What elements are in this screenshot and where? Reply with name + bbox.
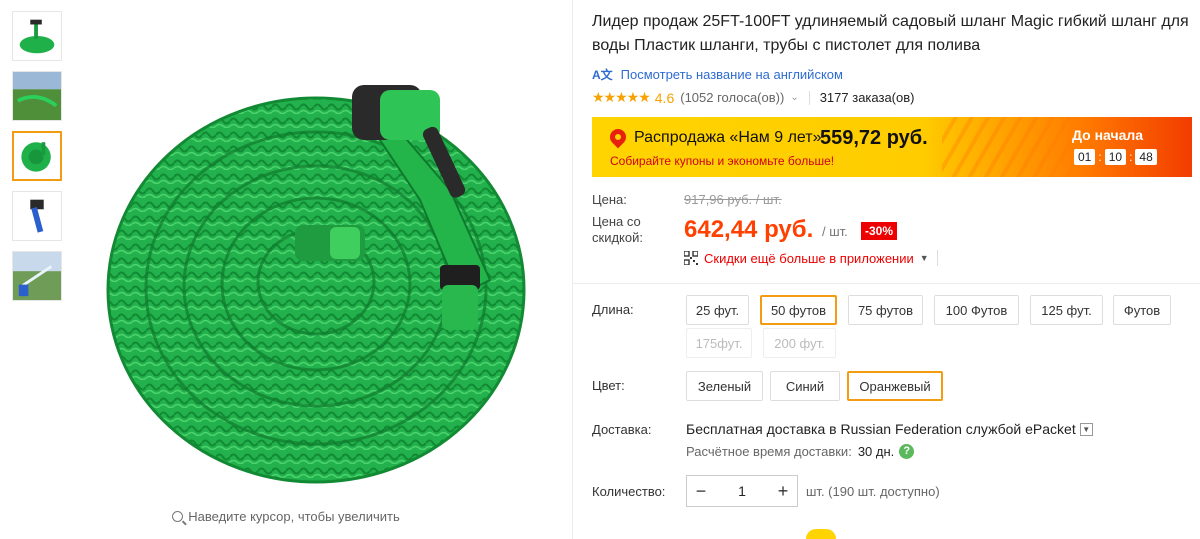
price-label: Цена: — [592, 192, 627, 207]
discount-price-label: Цена со скидкой: — [592, 214, 643, 245]
quantity-available: шт. (190 шт. доступно) — [806, 484, 940, 499]
location-pin-icon — [606, 125, 630, 149]
qr-code-icon — [684, 251, 698, 265]
rating-value: 4.6 — [654, 89, 675, 106]
separator — [936, 250, 938, 266]
length-option-175-disabled: 175фут. — [686, 328, 752, 358]
price-unit: / шт. — [822, 224, 848, 239]
caret-down-icon[interactable]: ▼ — [920, 253, 929, 263]
color-option-green[interactable]: Зеленый — [686, 371, 763, 401]
translate-link-text[interactable]: Посмотреть название на английском — [621, 67, 843, 82]
translate-link[interactable]: A文 Посмотреть название на английском — [592, 66, 1192, 83]
decorative-badge — [806, 529, 836, 539]
translate-icon: A文 — [592, 68, 613, 82]
thumbnail-4[interactable] — [12, 191, 62, 241]
thumbnail-list — [12, 11, 64, 311]
shipping-label: Доставка: — [592, 422, 652, 437]
length-option-50-selected[interactable]: 50 футов — [760, 295, 837, 325]
old-price-row: Цена: 917,96 руб. / шт. — [592, 192, 1092, 207]
timer-seconds: 48 — [1135, 149, 1157, 165]
product-title: Лидер продаж 25FT-100FT удлиняемый садов… — [592, 13, 1189, 54]
length-option-200-disabled: 200 фут. — [763, 328, 836, 358]
timer-minutes: 10 — [1104, 149, 1127, 165]
color-label: Цвет: — [592, 378, 625, 393]
sale-banner[interactable]: Распродажа «Нам 9 лет» 559,72 руб. Собир… — [592, 117, 1192, 177]
discount-price: 642,44 руб. — [684, 216, 814, 243]
increase-quantity-button[interactable]: + — [769, 481, 797, 502]
timer-hours: 01 — [1074, 149, 1096, 165]
decrease-quantity-button[interactable]: − — [687, 481, 715, 502]
color-option-blue[interactable]: Синий — [770, 371, 840, 401]
color-option-orange-selected[interactable]: Оранжевый — [847, 371, 943, 401]
delivery-time-label: Расчётное время доставки: — [686, 444, 852, 459]
length-option-feet[interactable]: Футов — [1113, 295, 1171, 325]
zoom-hint-text: Наведите курсор, чтобы увеличить — [188, 509, 400, 524]
thumbnail-1[interactable] — [12, 11, 62, 61]
zoom-hint: Наведите курсор, чтобы увеличить — [0, 509, 572, 524]
length-label: Длина: — [592, 302, 634, 317]
countdown-timer: 01:10:48 — [1074, 149, 1157, 165]
product-main-image[interactable] — [90, 30, 560, 490]
quantity-stepper: − 1 + — [686, 475, 798, 507]
length-option-125[interactable]: 125 фут. — [1030, 295, 1103, 325]
app-discount-link[interactable]: Скидки ещё больше в приложении ▼ — [684, 250, 938, 266]
length-option-100[interactable]: 100 Футов — [934, 295, 1019, 325]
magnifier-icon — [172, 511, 184, 522]
delivery-time-value: 30 дн. — [857, 444, 895, 459]
separator — [808, 90, 810, 105]
chevron-down-icon[interactable]: ⌄ — [790, 92, 798, 103]
thumbnail-3-selected[interactable] — [12, 131, 62, 181]
delivery-time: Расчётное время доставки: 30 дн. ? — [686, 444, 915, 459]
votes-count[interactable]: (1052 голоса(ов)) — [680, 90, 784, 105]
shipping-dropdown-icon[interactable]: ▼ — [1079, 422, 1093, 436]
horizontal-divider — [573, 283, 1200, 284]
app-discount-text[interactable]: Скидки ещё больше в приложении — [704, 251, 914, 266]
product-info: Лидер продаж 25FT-100FT удлиняемый садов… — [592, 10, 1192, 106]
length-option-75[interactable]: 75 футов — [848, 295, 923, 325]
sale-price: 559,72 руб. — [820, 127, 928, 149]
shipping-info: Бесплатная доставка в Russian Federation… — [686, 421, 1093, 437]
old-price: 917,96 руб. / шт. — [684, 192, 782, 207]
quantity-input[interactable]: 1 — [715, 483, 769, 499]
length-option-25[interactable]: 25 фут. — [686, 295, 749, 325]
countdown-label: До начала — [1072, 127, 1144, 143]
coupon-subtitle: Собирайте купоны и экономьте больше! — [610, 154, 835, 168]
quantity-label: Количество: — [592, 484, 666, 499]
orders-count: 3177 заказа(ов) — [819, 90, 915, 105]
shipping-text: Бесплатная доставка в Russian Federation… — [686, 421, 1076, 437]
rating-row: ★★★★★ 4.6 (1052 голоса(ов)) ⌄ 3177 заказ… — [592, 89, 1192, 106]
rating-stars-icon: ★★★★★ — [592, 89, 651, 105]
discount-price-row: Цена со скидкой: 642,44 руб. / шт. -30% — [592, 214, 1092, 246]
sale-text: Распродажа «Нам 9 лет» — [634, 129, 822, 146]
vertical-divider — [572, 0, 573, 539]
help-icon[interactable]: ? — [899, 444, 915, 459]
thumbnail-5[interactable] — [12, 251, 62, 301]
thumbnail-2[interactable] — [12, 71, 62, 121]
discount-badge: -30% — [861, 222, 898, 240]
banner-stripes — [942, 117, 1072, 177]
